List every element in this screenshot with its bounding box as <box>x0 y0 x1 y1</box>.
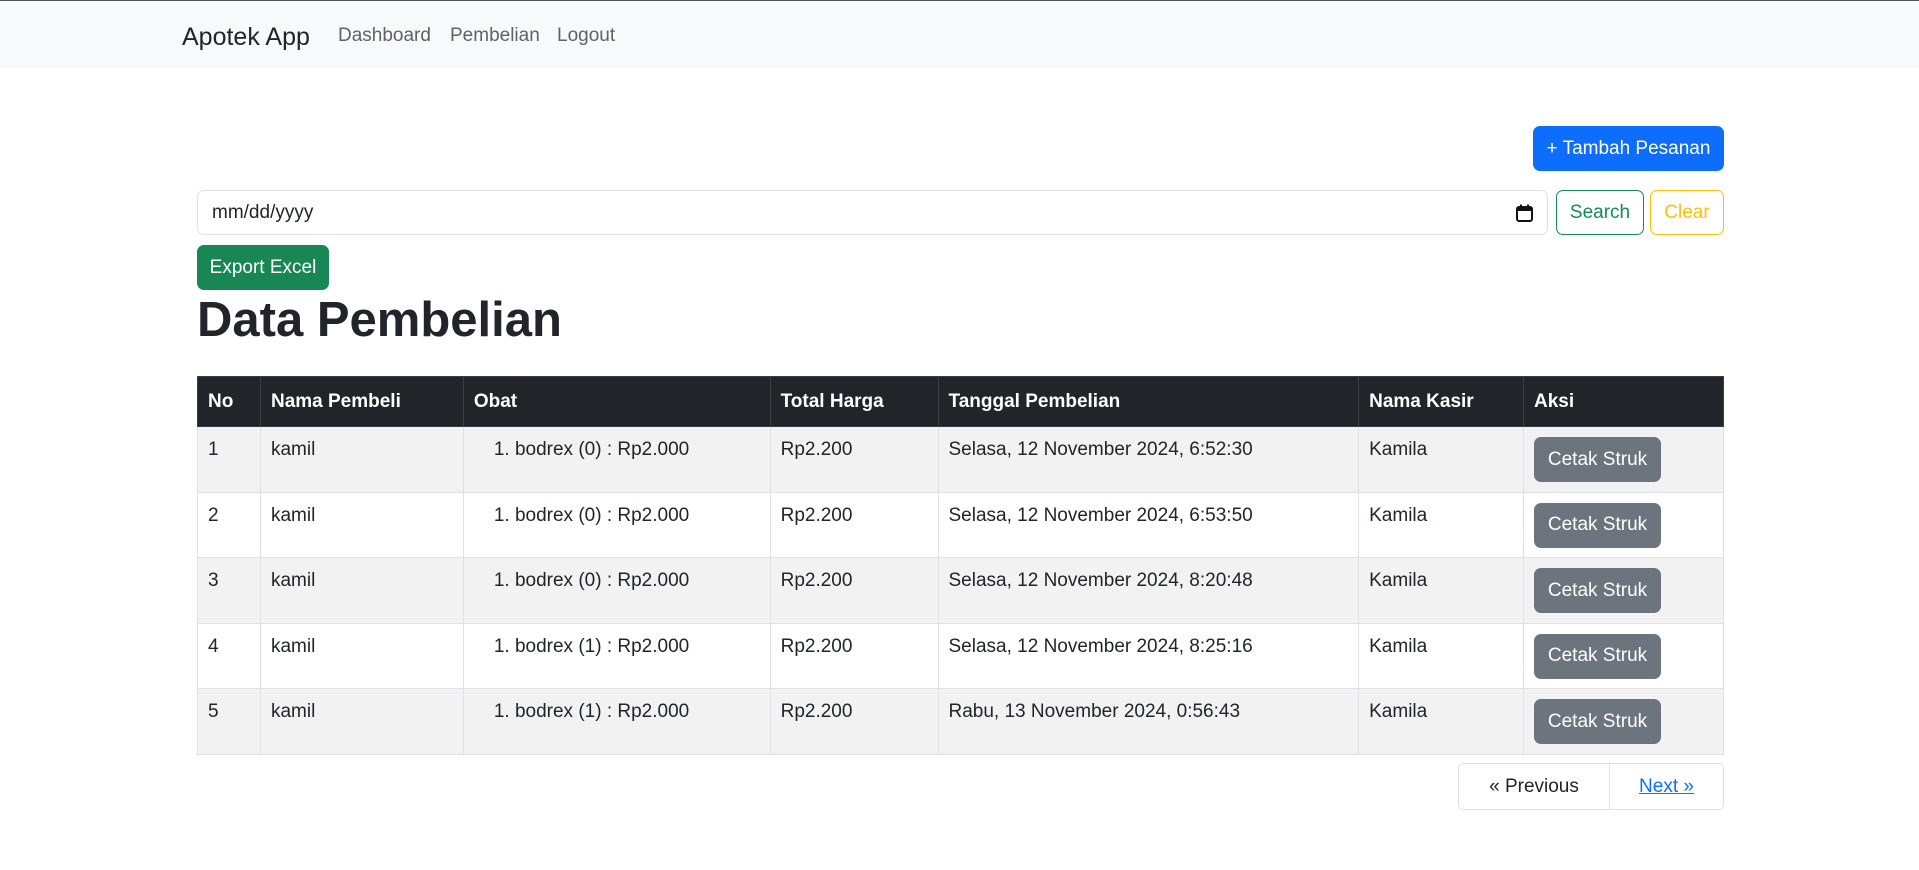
column-header-obat: Obat <box>462 376 771 427</box>
cell-obat: 1. bodrex (1) : Rp2.000 <box>462 622 771 689</box>
column-header-nama-kasir: Nama Kasir <box>1358 376 1525 427</box>
cell-tanggal: Rabu, 13 November 2024, 0:56:43 <box>937 688 1360 755</box>
print-receipt-button[interactable]: Cetak Struk <box>1534 437 1662 482</box>
cell-total-harga: Rp2.200 <box>769 557 939 624</box>
calendar-icon[interactable] <box>1516 204 1533 222</box>
cell-nama-pembeli: kamil <box>259 622 464 689</box>
print-receipt-button[interactable]: Cetak Struk <box>1534 502 1662 548</box>
cell-kasir: Kamila <box>1358 491 1525 558</box>
cell-tanggal: Selasa, 12 November 2024, 8:25:16 <box>937 622 1360 689</box>
nav-link-dashboard[interactable]: Dashboard <box>338 25 431 47</box>
print-receipt-button[interactable]: Cetak Struk <box>1534 568 1662 613</box>
column-header-no: No <box>197 376 261 427</box>
cell-total-harga: Rp2.200 <box>769 491 939 558</box>
table-header-row: No Nama Pembeli Obat Total Harga Tanggal… <box>197 376 1724 427</box>
print-receipt-button[interactable]: Cetak Struk <box>1534 633 1662 679</box>
top-navbar: Apotek App Dashboard Pembelian Logout <box>0 0 1919 68</box>
brand-logo[interactable]: Apotek App <box>182 23 310 52</box>
print-receipt-button[interactable]: Cetak Struk <box>1534 699 1662 744</box>
cell-aksi: Cetak Struk <box>1523 622 1724 689</box>
add-order-button[interactable]: + Tambah Pesanan <box>1533 126 1724 171</box>
cell-no: 2 <box>197 491 261 558</box>
table-row: 1 kamil 1. bodrex (0) : Rp2.000 Rp2.200 … <box>197 426 1724 493</box>
clear-button[interactable]: Clear <box>1650 190 1724 235</box>
column-header-aksi: Aksi <box>1523 376 1724 427</box>
purchase-table: No Nama Pembeli Obat Total Harga Tanggal… <box>197 376 1724 755</box>
cell-kasir: Kamila <box>1358 688 1525 755</box>
cell-kasir: Kamila <box>1358 426 1525 493</box>
cell-aksi: Cetak Struk <box>1523 426 1724 493</box>
cell-obat: 1. bodrex (0) : Rp2.000 <box>462 491 771 558</box>
nav-link-pembelian[interactable]: Pembelian <box>450 25 540 47</box>
cell-aksi: Cetak Struk <box>1523 491 1724 558</box>
next-page-link[interactable]: Next » <box>1610 763 1724 810</box>
column-header-tanggal-pembelian: Tanggal Pembelian <box>937 376 1360 427</box>
date-placeholder: mm/dd/yyyy <box>212 201 314 223</box>
cell-tanggal: Selasa, 12 November 2024, 8:20:48 <box>937 557 1360 624</box>
cell-no: 1 <box>197 426 261 493</box>
cell-obat: 1. bodrex (0) : Rp2.000 <box>462 557 771 624</box>
table-row: 2 kamil 1. bodrex (0) : Rp2.000 Rp2.200 … <box>197 491 1724 558</box>
cell-tanggal: Selasa, 12 November 2024, 6:53:50 <box>937 491 1360 558</box>
cell-tanggal: Selasa, 12 November 2024, 6:52:30 <box>937 426 1360 493</box>
table-row: 3 kamil 1. bodrex (0) : Rp2.000 Rp2.200 … <box>197 557 1724 624</box>
column-header-nama-pembeli: Nama Pembeli <box>259 376 464 427</box>
cell-nama-pembeli: kamil <box>259 688 464 755</box>
export-excel-button[interactable]: Export Excel <box>197 245 329 290</box>
cell-no: 3 <box>197 557 261 624</box>
table-row: 5 kamil 1. bodrex (1) : Rp2.000 Rp2.200 … <box>197 688 1724 755</box>
date-filter-input[interactable]: mm/dd/yyyy <box>197 190 1548 235</box>
cell-aksi: Cetak Struk <box>1523 557 1724 624</box>
nav-link-logout[interactable]: Logout <box>557 25 615 47</box>
cell-total-harga: Rp2.200 <box>769 426 939 493</box>
cell-no: 5 <box>197 688 261 755</box>
cell-kasir: Kamila <box>1358 557 1525 624</box>
cell-no: 4 <box>197 622 261 689</box>
cell-obat: 1. bodrex (0) : Rp2.000 <box>462 426 771 493</box>
cell-kasir: Kamila <box>1358 622 1525 689</box>
cell-nama-pembeli: kamil <box>259 491 464 558</box>
cell-aksi: Cetak Struk <box>1523 688 1724 755</box>
cell-nama-pembeli: kamil <box>259 557 464 624</box>
previous-page-button[interactable]: « Previous <box>1458 763 1610 810</box>
cell-obat: 1. bodrex (1) : Rp2.000 <box>462 688 771 755</box>
search-button[interactable]: Search <box>1556 190 1644 235</box>
cell-nama-pembeli: kamil <box>259 426 464 493</box>
table-row: 4 kamil 1. bodrex (1) : Rp2.000 Rp2.200 … <box>197 622 1724 689</box>
cell-total-harga: Rp2.200 <box>769 688 939 755</box>
cell-total-harga: Rp2.200 <box>769 622 939 689</box>
column-header-total-harga: Total Harga <box>769 376 939 427</box>
pagination: « Previous Next » <box>1458 763 1724 810</box>
page-title: Data Pembelian <box>197 293 562 347</box>
